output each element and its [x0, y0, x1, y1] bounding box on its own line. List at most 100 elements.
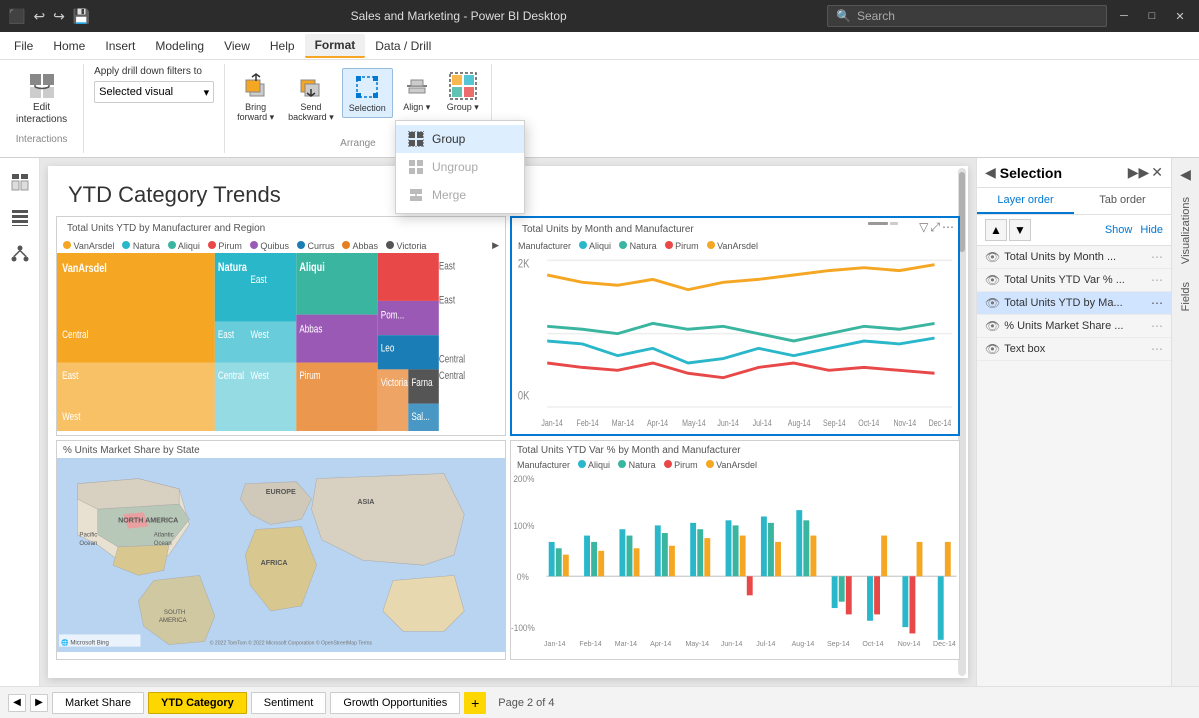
redo-btn[interactable]: ↪ [53, 8, 65, 25]
menu-file[interactable]: File [4, 35, 43, 57]
svg-text:Apr-14: Apr-14 [647, 418, 669, 428]
svg-text:0K: 0K [518, 390, 529, 403]
menu-modeling[interactable]: Modeling [145, 35, 214, 57]
svg-text:Jan-14: Jan-14 [541, 418, 563, 428]
model-view-icon[interactable] [4, 238, 36, 270]
close-panel-icon[interactable]: ✕ [1151, 164, 1163, 181]
maximize-button[interactable]: □ [1141, 5, 1163, 27]
chart2-scroll-indicator [868, 222, 898, 225]
undo-btn[interactable]: ↩ [33, 8, 45, 25]
drill-filter-dropdown[interactable]: Selected visual ▾ [94, 81, 214, 103]
menu-data-drill[interactable]: Data / Drill [365, 35, 441, 57]
edit-interactions-group: Editinteractions Interactions [0, 64, 84, 153]
svg-text:Pom...: Pom... [381, 310, 405, 322]
svg-text:Sep-14: Sep-14 [823, 418, 846, 428]
layer-item-2[interactable]: 👁 Total Units YTD by Ma... ⋯ [977, 292, 1171, 315]
svg-text:Jan-14: Jan-14 [544, 639, 566, 648]
layer-item-4[interactable]: 👁 Text box ⋯ [977, 338, 1171, 361]
send-backward-button[interactable]: Sendbackward ▾ [282, 68, 340, 127]
data-view-icon[interactable] [4, 202, 36, 234]
svg-text:Atlantic: Atlantic [154, 532, 174, 539]
expand-icon[interactable]: ⤢ [930, 220, 940, 235]
menu-view[interactable]: View [214, 35, 260, 57]
collapse-left-icon[interactable]: ◀ [985, 164, 996, 181]
tab-tab-order[interactable]: Tab order [1074, 188, 1171, 214]
save-btn[interactable]: 💾 [73, 8, 90, 25]
title-bar-left: ⬛ ↩ ↪ 💾 [8, 8, 90, 25]
svg-text:Oct-14: Oct-14 [862, 639, 883, 648]
show-all-button[interactable]: Show [1105, 224, 1133, 236]
chart-treemap[interactable]: Total Units YTD by Manufacturer and Regi… [56, 216, 506, 436]
layer-more-icon-2[interactable]: ⋯ [1151, 296, 1163, 310]
filter-icon[interactable]: ▽ [919, 220, 928, 235]
chart-map[interactable]: % Units Market Share by State [56, 440, 506, 660]
add-page-button[interactable]: + [464, 692, 486, 714]
menu-home[interactable]: Home [43, 35, 95, 57]
selection-button[interactable]: Selection [342, 68, 393, 118]
tab-ytd-category[interactable]: YTD Category [148, 692, 247, 714]
tab-layer-order[interactable]: Layer order [977, 188, 1074, 214]
layer-item-1[interactable]: 👁 Total Units YTD Var % ... ⋯ [977, 269, 1171, 292]
layer-more-icon-1[interactable]: ⋯ [1151, 273, 1163, 287]
main-area: YTD Category Trends Total Units YTD by M… [0, 158, 1199, 686]
scroll-right-icon[interactable]: ▶ [492, 240, 499, 251]
expand-panel-icon[interactable]: ▶▶ [1128, 164, 1150, 181]
hide-all-button[interactable]: Hide [1140, 224, 1163, 236]
menu-insert[interactable]: Insert [95, 35, 145, 57]
svg-text:Abbas: Abbas [299, 323, 322, 335]
svg-text:NORTH AMERICA: NORTH AMERICA [118, 516, 178, 524]
layer-item-3[interactable]: 👁 % Units Market Share ... ⋯ [977, 315, 1171, 338]
panel-header: ◀ Selection ▶▶ ✕ [977, 158, 1171, 188]
title-search-box[interactable]: 🔍 Search [827, 5, 1107, 27]
edit-interactions-button[interactable]: Editinteractions [10, 68, 73, 130]
fields-label[interactable]: Fields [1176, 274, 1196, 319]
group-button[interactable]: Group ▾ [441, 68, 485, 117]
move-up-button[interactable]: ▲ [985, 219, 1007, 241]
layer-item-text-2: Total Units YTD by Ma... [1004, 297, 1147, 309]
window-title: Sales and Marketing - Power BI Desktop [351, 9, 567, 23]
layer-more-icon-0[interactable]: ⋯ [1151, 250, 1163, 264]
status-bar: ◀ ▶ Market Share YTD Category Sentiment … [0, 686, 1199, 718]
chart4-vanArsdel: VanArsdel [706, 460, 757, 470]
close-button[interactable]: ✕ [1169, 5, 1191, 27]
panel-title: Selection [1000, 165, 1062, 181]
next-page-button[interactable]: ▶ [30, 694, 48, 712]
dropdown-ungroup-item[interactable]: Ungroup [396, 153, 524, 181]
tab-market-share[interactable]: Market Share [52, 692, 144, 714]
chart-bar[interactable]: Total Units YTD Var % by Month and Manuf… [510, 440, 960, 660]
merge-item-label: Merge [432, 188, 466, 202]
align-button[interactable]: Align ▾ [395, 68, 439, 117]
group-label: Group ▾ [447, 102, 479, 113]
svg-text:-100%: -100% [511, 623, 535, 633]
bring-forward-button[interactable]: Bringforward ▾ [231, 68, 280, 127]
svg-text:Pacific: Pacific [79, 532, 97, 539]
minimize-button[interactable]: ─ [1113, 5, 1135, 27]
menu-format[interactable]: Format [305, 34, 366, 58]
dropdown-group-item[interactable]: Group [396, 125, 524, 153]
report-view-icon[interactable] [4, 166, 36, 198]
more-icon[interactable]: ⋯ [942, 220, 954, 235]
legend-aliqui: Aliqui [579, 241, 611, 251]
chart-line[interactable]: Total Units by Month and Manufacturer ▽ … [510, 216, 960, 436]
edit-interactions-label: Editinteractions [16, 102, 67, 126]
layer-more-icon-3[interactable]: ⋯ [1151, 319, 1163, 333]
move-down-button[interactable]: ▼ [1009, 219, 1031, 241]
layer-vis-icon-1: 👁 [985, 273, 1000, 287]
collapse-right-icon[interactable]: ◀ [1176, 162, 1195, 187]
tab-sentiment[interactable]: Sentiment [251, 692, 327, 714]
dropdown-merge-item[interactable]: Merge [396, 181, 524, 209]
svg-text:Jul-14: Jul-14 [753, 418, 773, 428]
svg-text:© 2022 TomTom © 2022 Microsoft: © 2022 TomTom © 2022 Microsoft Corporati… [210, 640, 373, 647]
layer-more-icon-4[interactable]: ⋯ [1151, 342, 1163, 356]
layer-item-0[interactable]: 👁 Total Units by Month ... ⋯ [977, 246, 1171, 269]
prev-page-button[interactable]: ◀ [8, 694, 26, 712]
ungroup-item-icon [408, 159, 424, 175]
tab-growth-opportunities[interactable]: Growth Opportunities [330, 692, 460, 714]
bring-forward-label: Bringforward ▾ [237, 102, 274, 123]
visualizations-label[interactable]: Visualizations [1176, 189, 1196, 272]
legend-vanArsdel: VanArsdel [707, 241, 758, 251]
menu-help[interactable]: Help [260, 35, 305, 57]
chart2-actions: ▽ ⤢ ⋯ [919, 220, 954, 235]
selection-subtabs: Layer order Tab order [977, 188, 1171, 215]
svg-text:Dec-14: Dec-14 [933, 639, 956, 648]
